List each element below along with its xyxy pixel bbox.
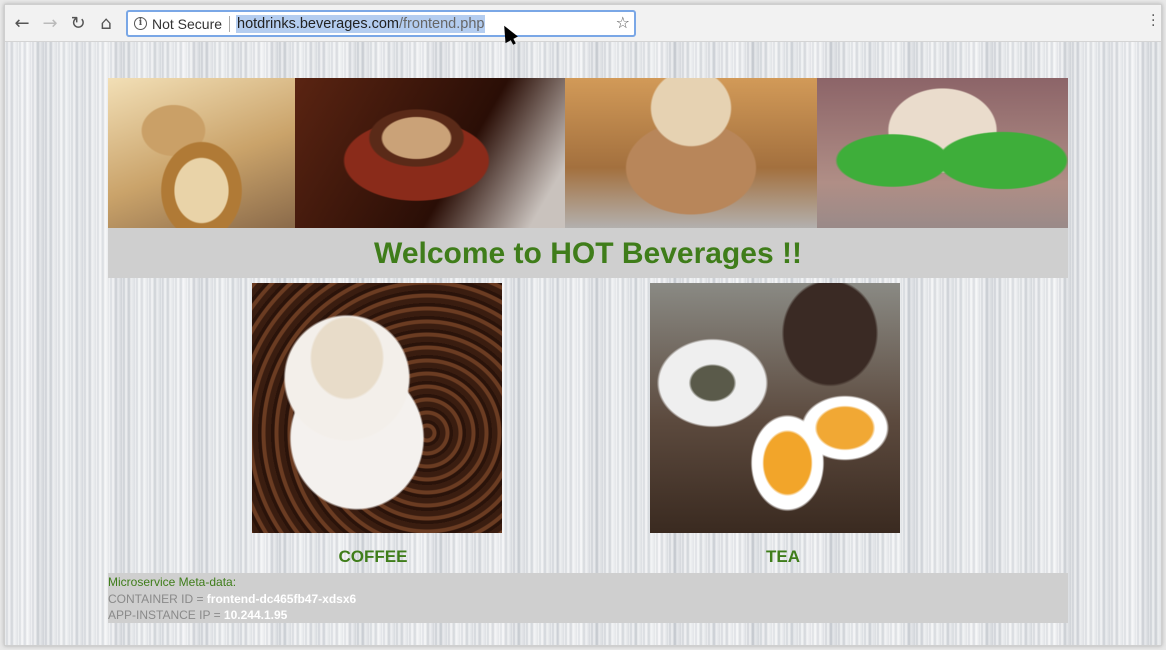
metadata-title: Microservice Meta-data: <box>108 575 237 589</box>
browser-toolbar: ← → ↻ ⌂ i Not Secure hotdrinks.beverages… <box>5 5 1161 42</box>
star-icon[interactable]: ☆ <box>616 13 630 32</box>
container-id-row: CONTAINER ID = frontend-dc465fb47-xdsx6 <box>108 591 1068 608</box>
banner-image-milo-cups <box>817 78 1068 228</box>
page-content: Welcome to HOT Beverages !! COFFEE TEA M… <box>5 42 1161 645</box>
address-separator <box>229 16 230 32</box>
app-ip-label: APP-INSTANCE IP = <box>108 608 224 622</box>
url-host: hotdrinks.beverages.com <box>237 16 399 32</box>
page-title: Welcome to HOT Beverages !! <box>374 237 802 270</box>
container-id-label: CONTAINER ID = <box>108 591 207 606</box>
app-ip-value: 10.244.1.95 <box>223 608 288 622</box>
home-icon[interactable]: ⌂ <box>95 13 117 35</box>
url-text[interactable]: hotdrinks.beverages.com/frontend.php <box>236 15 486 33</box>
banner <box>108 78 1068 228</box>
url-path: /frontend.php <box>399 16 485 32</box>
browser-window: ← → ↻ ⌂ i Not Secure hotdrinks.beverages… <box>4 4 1162 646</box>
back-arrow-icon[interactable]: ← <box>11 13 33 35</box>
welcome-bar: Welcome to HOT Beverages !! <box>108 228 1068 278</box>
banner-image-milk-tea <box>565 78 817 228</box>
container-id-value: frontend-dc465fb47-xdsx6 <box>206 591 357 606</box>
banner-image-iced-coffee <box>108 78 295 228</box>
metadata-panel: Microservice Meta-data: CONTAINER ID = f… <box>108 573 1068 623</box>
tea-image[interactable] <box>650 283 900 533</box>
tea-label[interactable]: TEA <box>658 547 908 567</box>
address-bar[interactable]: i Not Secure hotdrinks.beverages.com/fro… <box>126 10 636 37</box>
banner-image-coffee-cup <box>295 78 565 228</box>
security-label[interactable]: Not Secure <box>152 16 222 32</box>
app-ip-row: APP-INSTANCE IP = 10.244.1.95 <box>108 607 1068 624</box>
coffee-label[interactable]: COFFEE <box>248 547 498 567</box>
reload-icon[interactable]: ↻ <box>67 13 89 35</box>
menu-icon[interactable]: · · · <box>1151 9 1155 33</box>
forward-arrow-icon[interactable]: → <box>39 13 61 35</box>
info-icon[interactable]: i <box>134 17 147 30</box>
coffee-image[interactable] <box>252 283 502 533</box>
